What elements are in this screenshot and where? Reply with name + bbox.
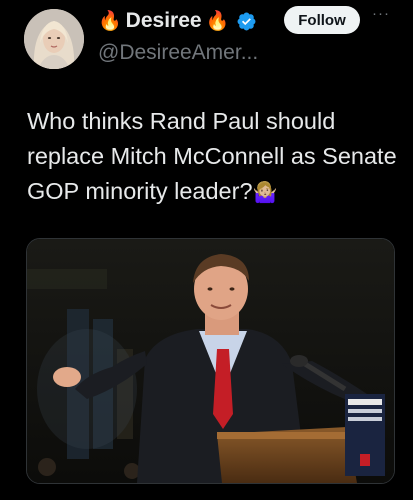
shrug-emoji: 🤷🏼‍♀️ <box>252 182 278 204</box>
author-name-row[interactable]: 🔥 Desiree 🔥 <box>98 6 257 36</box>
author-display-name[interactable]: Desiree <box>126 9 202 33</box>
fire-emoji-suffix: 🔥 <box>205 10 230 32</box>
author-handle[interactable]: @DesireeAmer... <box>98 41 258 65</box>
author-avatar[interactable] <box>24 9 84 69</box>
photo-speaker-at-podium <box>27 239 394 483</box>
follow-button[interactable]: Follow <box>284 6 360 34</box>
tweet-card: 🔥 Desiree 🔥 @DesireeAmer... Follow ··· W… <box>0 0 413 500</box>
more-options-icon[interactable]: ··· <box>372 5 390 22</box>
verified-badge-icon <box>237 12 256 30</box>
tweet-text-block: Who thinks Rand Paul should replace Mitc… <box>27 104 397 211</box>
avatar-image <box>24 9 84 69</box>
tweet-media-photo[interactable] <box>26 238 395 484</box>
tweet-text: Who thinks Rand Paul should replace Mitc… <box>27 108 397 204</box>
fire-emoji-prefix: 🔥 <box>98 10 122 32</box>
